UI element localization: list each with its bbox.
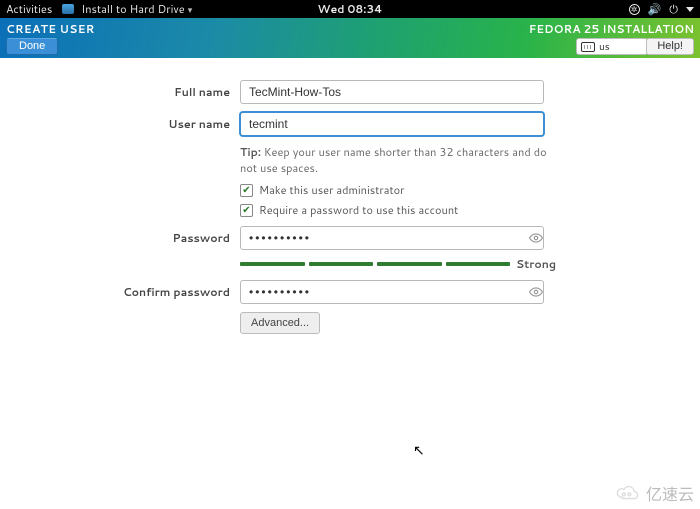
- password-visibility-toggle[interactable]: [528, 230, 544, 246]
- advanced-button[interactable]: Advanced...: [240, 312, 320, 334]
- help-button[interactable]: Help!: [646, 38, 694, 55]
- cloud-icon: [614, 484, 642, 502]
- activities-button[interactable]: Activities: [6, 1, 52, 17]
- confirm-password-label: Confirm password: [0, 284, 240, 300]
- eye-icon: [529, 285, 543, 299]
- app-menu[interactable]: Install to Hard Drive: [62, 1, 192, 17]
- fullname-input[interactable]: [240, 80, 544, 104]
- password-strength-meter: Strong: [240, 256, 550, 272]
- power-icon[interactable]: ⏻: [669, 1, 678, 17]
- keyboard-icon: [581, 42, 595, 52]
- accessibility-icon[interactable]: ✲: [629, 4, 640, 15]
- username-input[interactable]: [240, 112, 544, 136]
- volume-icon[interactable]: 🔊: [648, 1, 662, 17]
- product-label: FEDORA 25 INSTALLATION: [529, 21, 694, 37]
- password-strength-label: Strong: [516, 256, 556, 272]
- harddrive-icon: [62, 4, 74, 14]
- fullname-label: Full name: [0, 84, 240, 100]
- page-title: CREATE USER: [6, 21, 95, 37]
- password-input[interactable]: [240, 226, 544, 250]
- password-label: Password: [0, 230, 240, 246]
- make-admin-checkbox[interactable]: ✔: [240, 184, 253, 197]
- require-password-label: Require a password to use this account: [259, 202, 458, 218]
- confirm-visibility-toggle[interactable]: [528, 284, 544, 300]
- watermark: 亿速云: [614, 481, 694, 505]
- mouse-cursor-icon: ↖: [413, 440, 425, 460]
- require-password-checkbox-row[interactable]: ✔ Require a password to use this account: [240, 202, 550, 218]
- require-password-checkbox[interactable]: ✔: [240, 204, 253, 217]
- keyboard-layout-indicator[interactable]: us: [576, 38, 648, 55]
- eye-icon: [529, 231, 543, 245]
- app-menu-label: Install to Hard Drive: [81, 1, 184, 17]
- make-admin-checkbox-row[interactable]: ✔ Make this user administrator: [240, 182, 550, 198]
- create-user-form: Full name User name Tip: Keep your user …: [0, 80, 700, 342]
- confirm-password-input[interactable]: [240, 280, 544, 304]
- make-admin-label: Make this user administrator: [259, 182, 404, 198]
- done-button[interactable]: Done: [6, 38, 58, 55]
- keyboard-layout-label: us: [599, 40, 610, 54]
- gnome-top-bar: Activities Install to Hard Drive Wed 08:…: [0, 0, 700, 18]
- username-tip: Tip: Keep your user name shorter than 32…: [240, 144, 550, 176]
- username-label: User name: [0, 116, 240, 132]
- system-menu-chevron-icon[interactable]: [686, 7, 694, 12]
- installer-header: CREATE USER FEDORA 25 INSTALLATION Done …: [0, 18, 700, 58]
- clock-label[interactable]: Wed 08:34: [318, 1, 383, 17]
